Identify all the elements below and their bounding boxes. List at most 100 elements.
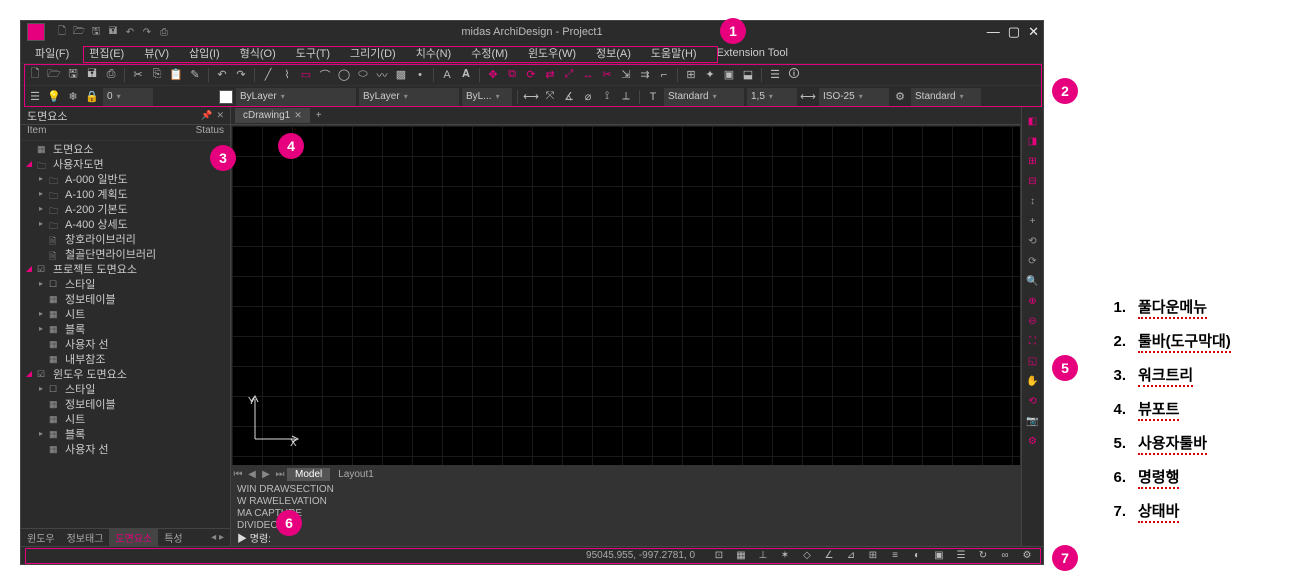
tb-open-icon[interactable]: 🗁 — [46, 67, 62, 83]
tb2-dimstyle-icon[interactable]: ⟷ — [800, 89, 816, 105]
tb-scale-icon[interactable]: ⤢ — [561, 67, 577, 83]
layout-tab-layout1[interactable]: Layout1 — [330, 468, 382, 481]
tree-twisty-icon[interactable]: ▸ — [37, 189, 45, 198]
status-cyc-icon[interactable]: ↻ — [975, 549, 991, 563]
tb-save-icon[interactable]: 🖫 — [65, 67, 81, 83]
tree-node[interactable]: ▦사용자 선 — [21, 441, 230, 456]
tree-node[interactable]: ▦시트 — [21, 411, 230, 426]
tree-node[interactable]: ◢☑윈도우 도면요소 — [21, 366, 230, 381]
qat-redo-icon[interactable]: ↷ — [140, 25, 154, 39]
tree-node[interactable]: ▸▦시트 — [21, 306, 230, 321]
menu-view[interactable]: 뷰(V) — [136, 43, 177, 63]
tb2-layers-icon[interactable]: ☰ — [27, 89, 43, 105]
tree-node[interactable]: ▸🗀A-400 상세도 — [21, 216, 230, 231]
tb-match-icon[interactable]: ✎ — [187, 67, 203, 83]
tb-pline-icon[interactable]: ⌇ — [279, 67, 295, 83]
tb-explode-icon[interactable]: ✦ — [702, 67, 718, 83]
qat-open-icon[interactable]: 🗁 — [72, 25, 86, 39]
tb2-dim1-icon[interactable]: ⟷ — [523, 89, 539, 105]
menu-draw[interactable]: 그리기(D) — [342, 43, 404, 63]
status-ann-icon[interactable]: ∞ — [997, 549, 1013, 563]
close-panel-icon[interactable]: ✕ — [216, 110, 224, 121]
rt-icon-1[interactable]: ◧ — [1025, 113, 1041, 129]
tb-new-icon[interactable]: 🗋 — [27, 67, 43, 83]
rt-icon-6[interactable]: + — [1025, 213, 1041, 229]
tb2-lock-icon[interactable]: 🔒 — [84, 89, 100, 105]
tree-twisty-icon[interactable]: ▸ — [37, 309, 45, 318]
tb-fillet-icon[interactable]: ⌐ — [656, 67, 672, 83]
tb2-dim2-icon[interactable]: ⤧ — [542, 89, 558, 105]
tree-tab-elements[interactable]: 도면요소 — [109, 528, 158, 547]
maximize-button[interactable]: ▢ — [1008, 24, 1020, 40]
tb-insert-icon[interactable]: ⬓ — [740, 67, 756, 83]
tb2-dim3-icon[interactable]: ∡ — [561, 89, 577, 105]
doc-tab-cdrawing1[interactable]: cDrawing1 ✕ — [235, 108, 310, 123]
layer-dropdown[interactable]: ByLayer ▾ — [236, 88, 356, 106]
status-tp-icon[interactable]: ◐ — [909, 549, 925, 563]
tb-offset-icon[interactable]: ⇉ — [637, 67, 653, 83]
dimstyle-dropdown[interactable]: ISO-25 ▾ — [819, 88, 889, 106]
qat-save-icon[interactable]: 🖫 — [89, 25, 103, 39]
tree-tab-window[interactable]: 윈도우 — [21, 528, 61, 547]
tb2-std-icon[interactable]: ⚙ — [892, 89, 908, 105]
tb-ellipse-icon[interactable]: ⬭ — [355, 67, 371, 83]
tb-cut-icon[interactable]: ✂ — [130, 67, 146, 83]
rt-icon-5[interactable]: ↕ — [1025, 193, 1041, 209]
tb2-bulb-icon[interactable]: 💡 — [46, 89, 62, 105]
tree-node[interactable]: ▸☐스타일 — [21, 276, 230, 291]
tree-twisty-icon[interactable]: ▸ — [37, 384, 45, 393]
status-lwt-icon[interactable]: ≡ — [887, 549, 903, 563]
tree-tab-properties[interactable]: 특성 — [158, 528, 188, 547]
scale-dropdown[interactable]: 1,5 ▾ — [747, 88, 797, 106]
tree-node[interactable]: ▦정보테이블 — [21, 396, 230, 411]
linetype-dropdown[interactable]: ByL... ▾ — [462, 88, 512, 106]
tb-mirror-icon[interactable]: ⇄ — [542, 67, 558, 83]
tb-copy-icon[interactable]: ⎘ — [149, 67, 165, 83]
color-dropdown[interactable]: ByLayer ▾ — [359, 88, 459, 106]
tree-twisty-icon[interactable]: ▸ — [37, 279, 45, 288]
qat-new-icon[interactable]: 🗋 — [55, 25, 69, 39]
qat-print-icon[interactable]: ⎙ — [157, 25, 171, 39]
status-otrack-icon[interactable]: ∠ — [821, 549, 837, 563]
rt-icon-15[interactable]: ⟲ — [1025, 393, 1041, 409]
tb-redo-icon[interactable]: ↷ — [233, 67, 249, 83]
status-ortho-icon[interactable]: ⊥ — [755, 549, 771, 563]
layout-tab-model[interactable]: Model — [287, 468, 330, 481]
tree-twisty-icon[interactable]: ▸ — [37, 174, 45, 183]
tb2-dim4-icon[interactable]: ⌀ — [580, 89, 596, 105]
menu-tools[interactable]: 도구(T) — [288, 43, 338, 63]
command-prompt[interactable]: ▶ 명령: — [237, 530, 1015, 544]
menu-extension[interactable]: Extension Tool — [709, 45, 796, 61]
rt-icon-14[interactable]: ✋ — [1025, 373, 1041, 389]
menu-help[interactable]: 도움말(H) — [643, 43, 705, 63]
status-osnap-icon[interactable]: ◇ — [799, 549, 815, 563]
status-grid-icon[interactable]: ▦ — [733, 549, 749, 563]
menu-file[interactable]: 파일(F) — [27, 43, 77, 63]
lineweight-dropdown[interactable]: 0 ▾ — [103, 88, 153, 106]
status-qs-icon[interactable]: ▣ — [931, 549, 947, 563]
tree-twisty-icon[interactable]: ▸ — [37, 204, 45, 213]
tb2-dim5-icon[interactable]: ⟟ — [599, 89, 615, 105]
rt-icon-11[interactable]: ⊖ — [1025, 313, 1041, 329]
tree-twisty-icon[interactable]: ▸ — [37, 219, 45, 228]
tb-layer-icon[interactable]: ☰ — [767, 67, 783, 83]
tb-print-icon[interactable]: ⎙ — [103, 67, 119, 83]
tree-twisty-icon[interactable]: ◢ — [25, 369, 33, 378]
textstyle-dropdown[interactable]: Standard ▾ — [664, 88, 744, 106]
menu-info[interactable]: 정보(A) — [588, 43, 639, 63]
tree-node[interactable]: ▸🗀A-000 일반도 — [21, 171, 230, 186]
layout-first-icon[interactable]: ⏮ — [231, 469, 245, 480]
tree-node[interactable]: 🗎철골단면라이브러리 — [21, 246, 230, 261]
tb-undo-icon[interactable]: ↶ — [214, 67, 230, 83]
qat-undo-icon[interactable]: ↶ — [123, 25, 137, 39]
tree-node[interactable]: ▦정보테이블 — [21, 291, 230, 306]
minimize-button[interactable]: — — [987, 24, 1000, 40]
tb-point-icon[interactable]: • — [412, 67, 428, 83]
tb-rotate-icon[interactable]: ⟳ — [523, 67, 539, 83]
tb-hatch-icon[interactable]: ▩ — [393, 67, 409, 83]
tb-stretch-icon[interactable]: ↔ — [580, 67, 596, 83]
tb2-freeze-icon[interactable]: ❄ — [65, 89, 81, 105]
pin-icon[interactable]: 📌 — [201, 110, 212, 121]
tb-circle-icon[interactable]: ◯ — [336, 67, 352, 83]
tb-mtext-icon[interactable]: 𝐀 — [458, 67, 474, 83]
